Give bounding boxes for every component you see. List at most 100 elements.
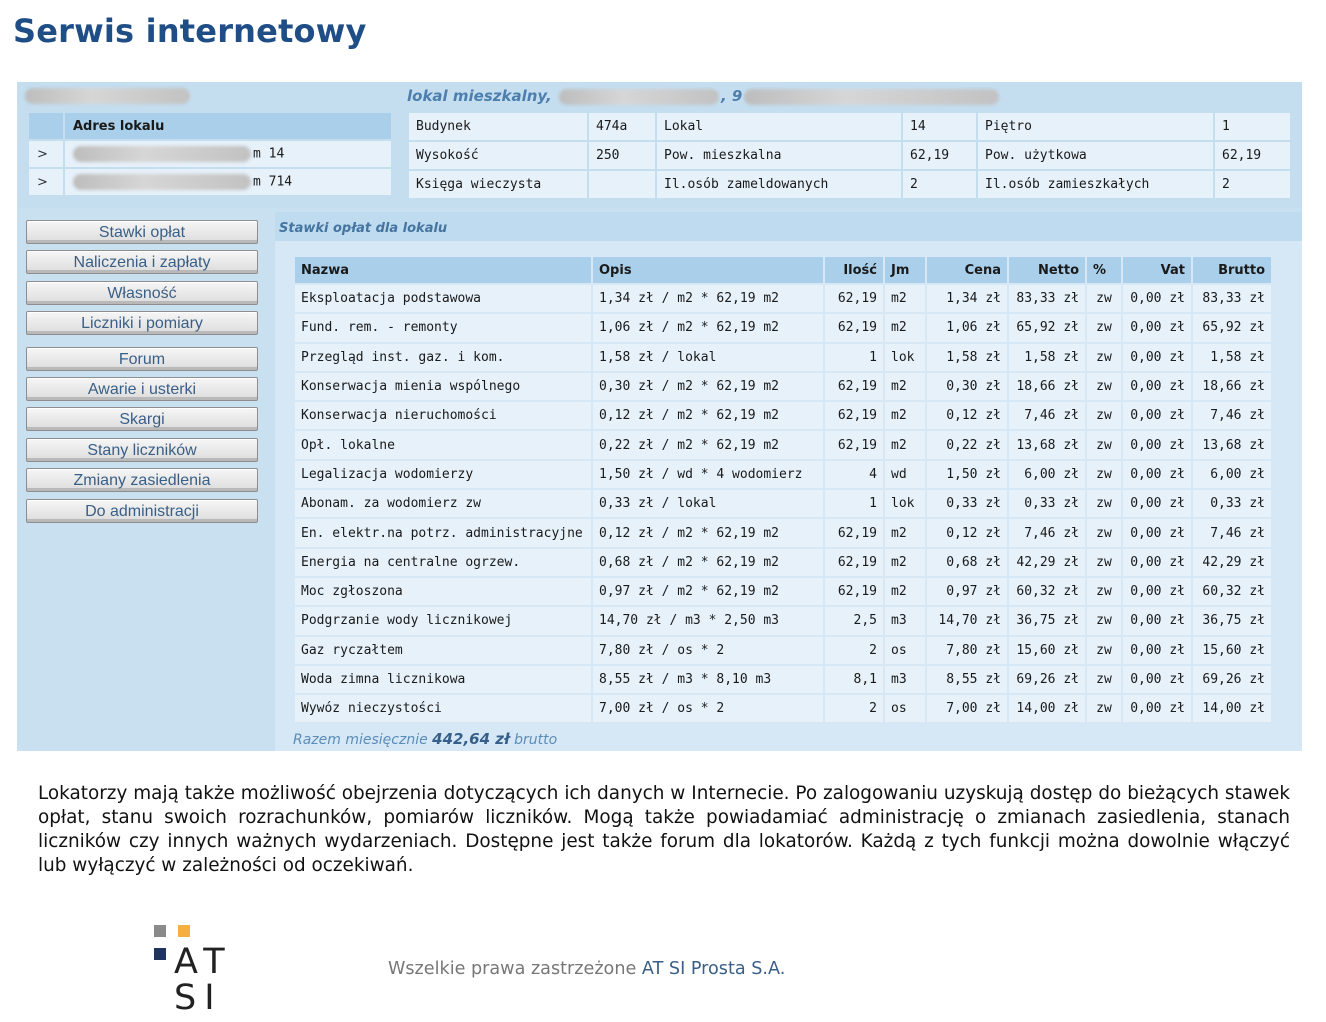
rate-cell-ilosc: 4 — [825, 460, 883, 489]
rate-cell-vat: 0,00 zł — [1123, 431, 1191, 459]
rate-cell-jm: m2 — [885, 548, 925, 576]
flat-info-table: Budynek 474a Lokal 14 Piętro 1 Wysokość … — [407, 111, 1292, 200]
address-suffix: m 714 — [253, 174, 293, 190]
info-label: Pow. użytkowa — [978, 142, 1213, 169]
rate-cell-procent: zw — [1087, 665, 1121, 694]
info-value: 62,19 — [903, 142, 976, 169]
total-prefix: Razem miesięcznie — [293, 732, 428, 748]
rates-section: Stawki opłat dla lokalu Nazwa Opis Ilość… — [275, 212, 1302, 751]
rate-cell-procent: zw — [1087, 402, 1121, 430]
address-link[interactable]: m 714 — [65, 169, 391, 195]
rate-cell-vat: 0,00 zł — [1123, 372, 1191, 401]
rate-cell-cena: 0,30 zł — [927, 372, 1007, 401]
rate-cell-jm: m2 — [885, 577, 925, 606]
rate-cell-brutto: 36,75 zł — [1193, 607, 1271, 635]
rate-cell-netto: 18,66 zł — [1009, 372, 1085, 401]
rate-cell-cena: 0,33 zł — [927, 490, 1007, 518]
rate-cell-ilosc: 62,19 — [825, 285, 883, 313]
menu-button-wlasnosc[interactable]: Własność — [26, 280, 258, 305]
rates-title: Stawki opłat dla lokalu — [279, 221, 448, 236]
rate-cell-vat: 0,00 zł — [1123, 402, 1191, 430]
info-label: Wysokość — [409, 142, 587, 169]
menu-button-awarie[interactable]: Awarie i usterki — [26, 376, 258, 401]
rate-cell-nazwa: Energia na centralne ogrzew. — [295, 548, 591, 576]
address-row[interactable]: > m 14 — [29, 141, 391, 167]
address-link[interactable]: m 14 — [65, 141, 391, 167]
rate-cell-brutto: 60,32 zł — [1193, 577, 1271, 606]
total-value: 442,64 zł — [432, 730, 510, 748]
rate-cell-vat: 0,00 zł — [1123, 548, 1191, 576]
address-header: Adres lokalu — [65, 113, 391, 139]
rate-row: Przegląd inst. gaz. i kom. 1,58 zł / loka… — [295, 343, 1271, 371]
menu-button-naliczenia[interactable]: Naliczenia i zapłaty — [26, 250, 258, 275]
rate-cell-cena: 0,12 zł — [927, 402, 1007, 430]
rate-row: Gaz ryczałtem 7,80 zł / os * 2 2 os 7,80 zł 1… — [295, 636, 1271, 664]
rate-cell-cena: 8,55 zł — [927, 665, 1007, 694]
logo-square-gray — [154, 925, 166, 937]
menu-button-liczniki[interactable]: Liczniki i pomiary — [26, 311, 258, 336]
info-value: 474a — [589, 113, 655, 140]
rate-row: En. elektr.na potrz. administracyjne 0,12… — [295, 519, 1271, 547]
rate-cell-vat: 0,00 zł — [1123, 490, 1191, 518]
rate-cell-brutto: 7,46 zł — [1193, 402, 1271, 430]
rate-cell-ilosc: 62,19 — [825, 519, 883, 547]
info-value: 1 — [1215, 113, 1290, 140]
rate-cell-procent: zw — [1087, 285, 1121, 313]
rate-cell-ilosc: 2 — [825, 695, 883, 723]
info-row: Budynek 474a Lokal 14 Piętro 1 — [409, 113, 1290, 140]
redacted-address — [73, 146, 251, 162]
rate-cell-vat: 0,00 zł — [1123, 607, 1191, 635]
menu-button-stany-licznikow[interactable]: Stany liczników — [26, 437, 258, 462]
side-menu: Stawki opłat Naliczenia i zapłaty Własno… — [26, 220, 258, 529]
rate-cell-brutto: 18,66 zł — [1193, 372, 1271, 401]
rate-cell-netto: 36,75 zł — [1009, 607, 1085, 635]
rate-row: Moc zgłoszona 0,97 zł / m2 * 62,19 m2 62,1… — [295, 577, 1271, 606]
redacted-city — [744, 88, 1000, 105]
rate-row: Eksploatacja podstawowa 1,34 zł / m2 * 62… — [295, 285, 1271, 313]
rate-cell-brutto: 69,26 zł — [1193, 665, 1271, 694]
rate-cell-jm: m2 — [885, 372, 925, 401]
rate-cell-vat: 0,00 zł — [1123, 577, 1191, 606]
menu-button-forum[interactable]: Forum — [26, 346, 258, 371]
rate-row: Podgrzanie wody licznikowej 14,70 zł / m3… — [295, 607, 1271, 635]
rate-cell-brutto: 83,33 zł — [1193, 285, 1271, 313]
menu-button-do-administracji[interactable]: Do administracji — [26, 498, 258, 523]
menu-button-zmiany-zasiedlenia[interactable]: Zmiany zasiedlenia — [26, 468, 258, 493]
rate-cell-brutto: 13,68 zł — [1193, 431, 1271, 459]
address-row[interactable]: > m 714 — [29, 169, 391, 195]
rate-cell-jm: m2 — [885, 431, 925, 459]
info-label: Budynek — [409, 113, 587, 140]
logo-text-at: AT — [174, 942, 233, 982]
rate-cell-ilosc: 2 — [825, 636, 883, 664]
rate-cell-ilosc: 62,19 — [825, 548, 883, 576]
rate-cell-ilosc: 62,19 — [825, 577, 883, 606]
rates-body: Nazwa Opis Ilość Jm Cena Netto % Vat Bru… — [275, 241, 1302, 751]
address-row-arrow[interactable]: > — [29, 169, 63, 195]
rate-cell-ilosc: 1 — [825, 343, 883, 371]
flat-title: lokal mieszkalny, , 9 — [407, 87, 1001, 105]
rate-row: Fund. rem. - remonty 1,06 zł / m2 * 62,19… — [295, 314, 1271, 342]
description-paragraph: Lokatorzy mają także możliwość obejrzeni… — [38, 783, 1290, 876]
rate-cell-nazwa: Woda zimna licznikowa — [295, 665, 591, 694]
rate-cell-opis: 1,34 zł / m2 * 62,19 m2 — [593, 285, 823, 313]
menu-button-skargi[interactable]: Skargi — [26, 407, 258, 432]
footer-company-link[interactable]: AT SI Prosta S.A. — [642, 959, 785, 979]
rate-cell-brutto: 7,46 zł — [1193, 519, 1271, 547]
rate-cell-cena: 0,97 zł — [927, 577, 1007, 606]
total-suffix: brutto — [514, 732, 558, 748]
rate-cell-procent: zw — [1087, 314, 1121, 342]
rate-cell-cena: 0,68 zł — [927, 548, 1007, 576]
address-table: Adres lokalu > m 14 > m 714 — [27, 111, 393, 197]
menu-button-stawki-oplat[interactable]: Stawki opłat — [26, 220, 258, 244]
flat-type-label: lokal mieszkalny, — [407, 87, 552, 105]
rate-cell-nazwa: Gaz ryczałtem — [295, 636, 591, 664]
address-row-arrow[interactable]: > — [29, 141, 63, 167]
rate-cell-opis: 7,80 zł / os * 2 — [593, 636, 823, 664]
rate-cell-ilosc: 62,19 — [825, 372, 883, 401]
info-label: Il.osób zamieszkałych — [978, 171, 1213, 198]
redacted-tenant-name — [25, 88, 190, 104]
info-label: Pow. mieszkalna — [657, 142, 901, 169]
info-row: Księga wieczysta Il.osób zameldowanych 2… — [409, 171, 1290, 198]
rate-cell-procent: zw — [1087, 548, 1121, 576]
rate-cell-netto: 6,00 zł — [1009, 460, 1085, 489]
